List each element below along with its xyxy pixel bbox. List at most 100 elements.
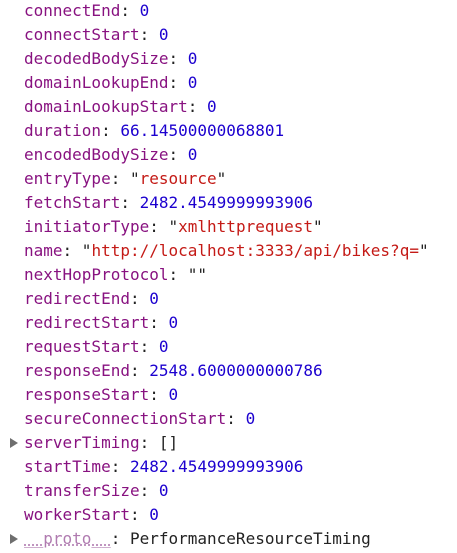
property-separator: : xyxy=(149,313,169,332)
property-separator: : xyxy=(129,505,150,524)
property-separator: : xyxy=(101,121,121,140)
property-key: name xyxy=(24,241,63,260)
property-key: requestStart xyxy=(24,337,140,356)
property-value-number: 0 xyxy=(158,481,169,500)
property-value-number: 0 xyxy=(158,25,169,44)
property-row: requestStart: 0 xyxy=(0,335,457,359)
property-row: responseStart: 0 xyxy=(0,383,457,407)
property-separator: : xyxy=(139,481,159,500)
property-separator: : xyxy=(187,97,208,116)
property-row: entryType: "resource" xyxy=(0,167,457,191)
open-quote: " xyxy=(129,169,140,188)
property-value-number: 2482.4549999993906 xyxy=(139,193,313,212)
property-key: transferSize xyxy=(24,481,140,500)
property-row: initiatorType: "xmlhttprequest" xyxy=(0,215,457,239)
close-quote: " xyxy=(216,169,227,188)
property-row: domainLookupEnd: 0 xyxy=(0,71,457,95)
property-value-number: 0 xyxy=(187,145,198,164)
property-key: redirectEnd xyxy=(24,289,130,308)
property-row-expandable[interactable]: serverTiming: [] xyxy=(0,431,457,455)
property-separator: : xyxy=(110,529,130,548)
property-value-string: xmlhttprequest xyxy=(178,217,313,236)
open-quote: " xyxy=(187,265,198,284)
property-key: nextHopProtocol xyxy=(24,265,169,284)
expand-triangle-icon[interactable] xyxy=(9,431,19,455)
property-separator: : xyxy=(110,457,130,476)
property-separator: : xyxy=(168,145,188,164)
property-key: decodedBodySize xyxy=(24,49,169,68)
property-separator: : xyxy=(110,169,130,188)
expand-triangle-icon[interactable] xyxy=(9,527,19,551)
property-separator: : xyxy=(149,385,169,404)
property-row: encodedBodySize: 0 xyxy=(0,143,457,167)
property-key: initiatorType xyxy=(24,217,150,236)
property-separator: : xyxy=(129,361,150,380)
property-key: connectEnd xyxy=(24,1,121,20)
property-separator: : xyxy=(149,217,169,236)
property-value-array: [] xyxy=(158,433,179,452)
property-row: name: "http://localhost:3333/api/bikes?q… xyxy=(0,239,457,263)
property-key: connectStart xyxy=(24,25,140,44)
property-key: fetchStart xyxy=(24,193,121,212)
console-object-properties: connectEnd: 0 connectStart: 0 decodedBod… xyxy=(0,0,457,551)
property-separator: : xyxy=(139,25,159,44)
property-value-number: 0 xyxy=(168,385,179,404)
open-quote: " xyxy=(81,241,92,260)
property-separator: : xyxy=(129,289,150,308)
property-value-number: 2548.6000000000786 xyxy=(149,361,323,380)
property-row: duration: 66.14500000068801 xyxy=(0,119,457,143)
property-separator: : xyxy=(120,193,140,212)
property-value-number: 0 xyxy=(158,337,169,356)
property-row: decodedBodySize: 0 xyxy=(0,47,457,71)
property-value-string: http://localhost:3333/api/bikes?q= xyxy=(91,241,419,260)
property-separator: : xyxy=(168,49,188,68)
open-quote: " xyxy=(168,217,179,236)
property-value-string: resource xyxy=(139,169,217,188)
property-key: entryType xyxy=(24,169,111,188)
property-value-number: 0 xyxy=(149,505,159,524)
property-value-number: 0 xyxy=(187,73,198,92)
property-separator: : xyxy=(120,1,140,20)
property-value-number: 0 xyxy=(139,1,150,20)
property-key: encodedBodySize xyxy=(24,145,169,164)
property-row: startTime: 2482.4549999993906 xyxy=(0,455,457,479)
property-row: fetchStart: 2482.4549999993906 xyxy=(0,191,457,215)
property-key: responseStart xyxy=(24,385,150,404)
property-value-number: 0 xyxy=(187,49,198,68)
property-row: responseEnd: 2548.6000000000786 xyxy=(0,359,457,383)
property-row: connectEnd: 0 xyxy=(0,0,457,23)
property-key: startTime xyxy=(24,457,111,476)
property-row: secureConnectionStart: 0 xyxy=(0,407,457,431)
property-key: serverTiming xyxy=(24,433,140,452)
property-row: redirectStart: 0 xyxy=(0,311,457,335)
property-row: connectStart: 0 xyxy=(0,23,457,47)
property-row-expandable[interactable]: __proto__: PerformanceResourceTiming xyxy=(0,527,457,551)
property-separator: : xyxy=(168,265,188,284)
property-row: nextHopProtocol: "" xyxy=(0,263,457,287)
property-key: domainLookupEnd xyxy=(24,73,169,92)
close-quote: " xyxy=(313,217,323,236)
property-row: redirectEnd: 0 xyxy=(0,287,457,311)
property-row: workerStart: 0 xyxy=(0,503,457,527)
property-key: secureConnectionStart xyxy=(24,409,227,428)
property-separator: : xyxy=(168,73,188,92)
property-separator: : xyxy=(139,433,159,452)
property-separator: : xyxy=(62,241,82,260)
proto-key: __proto__ xyxy=(24,529,111,548)
property-row: domainLookupStart: 0 xyxy=(0,95,457,119)
property-value-number: 0 xyxy=(207,97,217,116)
property-key: responseEnd xyxy=(24,361,130,380)
property-value-number: 0 xyxy=(245,409,256,428)
property-separator: : xyxy=(139,337,159,356)
property-row: transferSize: 0 xyxy=(0,479,457,503)
property-value-number: 0 xyxy=(168,313,179,332)
property-key: redirectStart xyxy=(24,313,150,332)
close-quote: " xyxy=(418,241,429,260)
property-key: domainLookupStart xyxy=(24,97,188,116)
property-value-number: 2482.4549999993906 xyxy=(129,457,304,476)
property-key: workerStart xyxy=(24,505,130,524)
property-value-number: 66.14500000068801 xyxy=(120,121,285,140)
property-key: duration xyxy=(24,121,102,140)
property-separator: : xyxy=(226,409,246,428)
property-value-object: PerformanceResourceTiming xyxy=(129,529,371,548)
